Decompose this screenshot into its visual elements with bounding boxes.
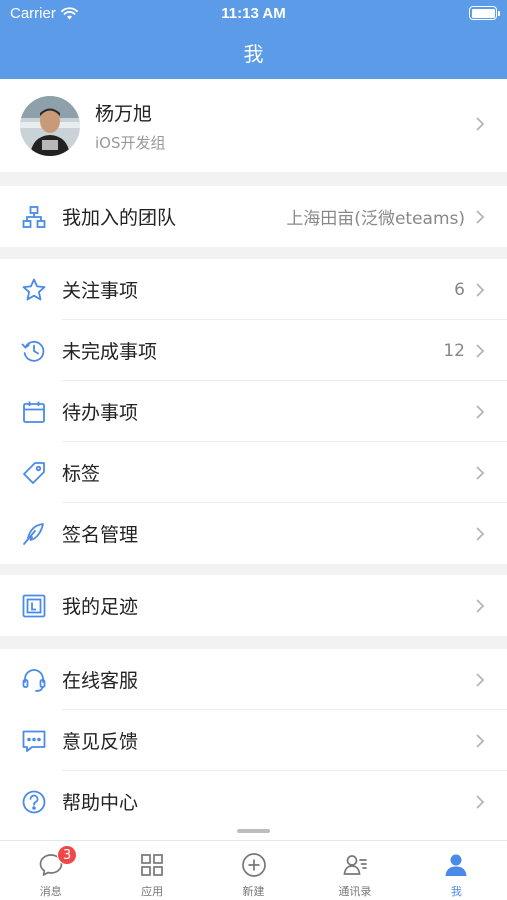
chevron-right-icon	[475, 733, 485, 749]
feedback-row[interactable]: 意见反馈	[0, 710, 507, 771]
history-icon	[21, 338, 47, 364]
tags-row[interactable]: 标签	[0, 442, 507, 503]
tab-label: 应用	[141, 885, 164, 898]
item-label: 标签	[62, 463, 101, 485]
chevron-right-icon	[475, 404, 485, 420]
help-center-row[interactable]: 帮助中心	[0, 771, 507, 832]
chevron-right-icon	[475, 526, 485, 542]
status-bar: Carrier 11:13 AM	[0, 0, 507, 28]
item-count: 6	[454, 279, 465, 300]
item-label: 签名管理	[62, 524, 139, 546]
contacts-icon	[341, 851, 369, 879]
profile-name: 杨万旭	[95, 102, 153, 125]
profile-department: iOS开发组	[95, 133, 166, 152]
tag-icon	[21, 460, 47, 486]
team-row[interactable]: 我加入的团队 上海田亩(泛微eteams)	[0, 186, 507, 247]
headset-icon	[21, 667, 47, 693]
page-title: 我	[243, 42, 264, 66]
chevron-right-icon	[475, 598, 485, 614]
tab-label: 我	[450, 885, 462, 898]
footprint-row[interactable]: 我的足迹	[0, 575, 507, 636]
status-time: 11:13 AM	[221, 5, 286, 22]
support-label: 意见反馈	[62, 731, 139, 753]
calendar-icon	[21, 399, 47, 425]
add-icon	[240, 851, 268, 879]
tab-contacts[interactable]: 通讯录	[304, 841, 405, 900]
tab-label: 新建	[242, 885, 265, 898]
item-label: 关注事项	[62, 280, 139, 302]
footprint-section: 我的足迹	[0, 575, 507, 636]
chevron-right-icon	[475, 116, 485, 136]
support-label: 在线客服	[62, 670, 139, 692]
followed-items-row[interactable]: 关注事项 6	[0, 259, 507, 320]
team-icon	[21, 204, 47, 230]
chevron-right-icon	[475, 794, 485, 810]
scroll-indicator	[237, 829, 270, 833]
tab-apps[interactable]: 应用	[101, 841, 202, 900]
profile-card[interactable]: 杨万旭 iOS开发组	[0, 79, 507, 172]
avatar[interactable]	[20, 95, 80, 156]
item-count: 12	[443, 340, 465, 361]
help-icon	[21, 789, 47, 815]
item-label: 待办事项	[62, 402, 139, 424]
chevron-right-icon	[475, 465, 485, 481]
chevron-right-icon	[475, 282, 485, 298]
unfinished-items-row[interactable]: 未完成事项 12	[0, 320, 507, 381]
signature-row[interactable]: 签名管理	[0, 503, 507, 564]
team-label: 我加入的团队	[62, 207, 177, 229]
tab-messages[interactable]: 3 消息	[0, 841, 101, 900]
customer-service-row[interactable]: 在线客服	[0, 649, 507, 710]
support-label: 帮助中心	[62, 792, 139, 814]
star-icon	[21, 277, 47, 303]
battery-icon	[469, 6, 500, 20]
apps-icon	[138, 851, 166, 879]
todo-items-row[interactable]: 待办事项	[0, 381, 507, 442]
chevron-right-icon	[475, 343, 485, 359]
tab-new[interactable]: 新建	[203, 841, 304, 900]
item-label: 未完成事项	[62, 341, 158, 363]
items-section: 关注事项 6 未完成事项 12 待办事项 标签 签名管理	[0, 259, 507, 564]
feather-icon	[21, 521, 47, 547]
footprint-label: 我的足迹	[62, 596, 139, 618]
tab-bar: 3 消息 应用 新建 通讯录 我	[0, 840, 507, 900]
feedback-icon	[21, 728, 47, 754]
chevron-right-icon	[475, 209, 485, 225]
profile-info: 杨万旭 iOS开发组	[95, 99, 475, 153]
chevron-right-icon	[475, 672, 485, 688]
tab-me[interactable]: 我	[406, 841, 507, 900]
tab-label: 通讯录	[338, 885, 372, 898]
unread-badge: 3	[57, 845, 78, 865]
team-value: 上海田亩(泛微eteams)	[286, 209, 465, 229]
tab-label: 消息	[39, 885, 62, 898]
team-section: 我加入的团队 上海田亩(泛微eteams)	[0, 186, 507, 247]
me-icon	[442, 851, 470, 879]
support-section: 在线客服 意见反馈 帮助中心	[0, 649, 507, 840]
footprint-icon	[21, 593, 47, 619]
header: Carrier 11:13 AM 我	[0, 0, 507, 79]
